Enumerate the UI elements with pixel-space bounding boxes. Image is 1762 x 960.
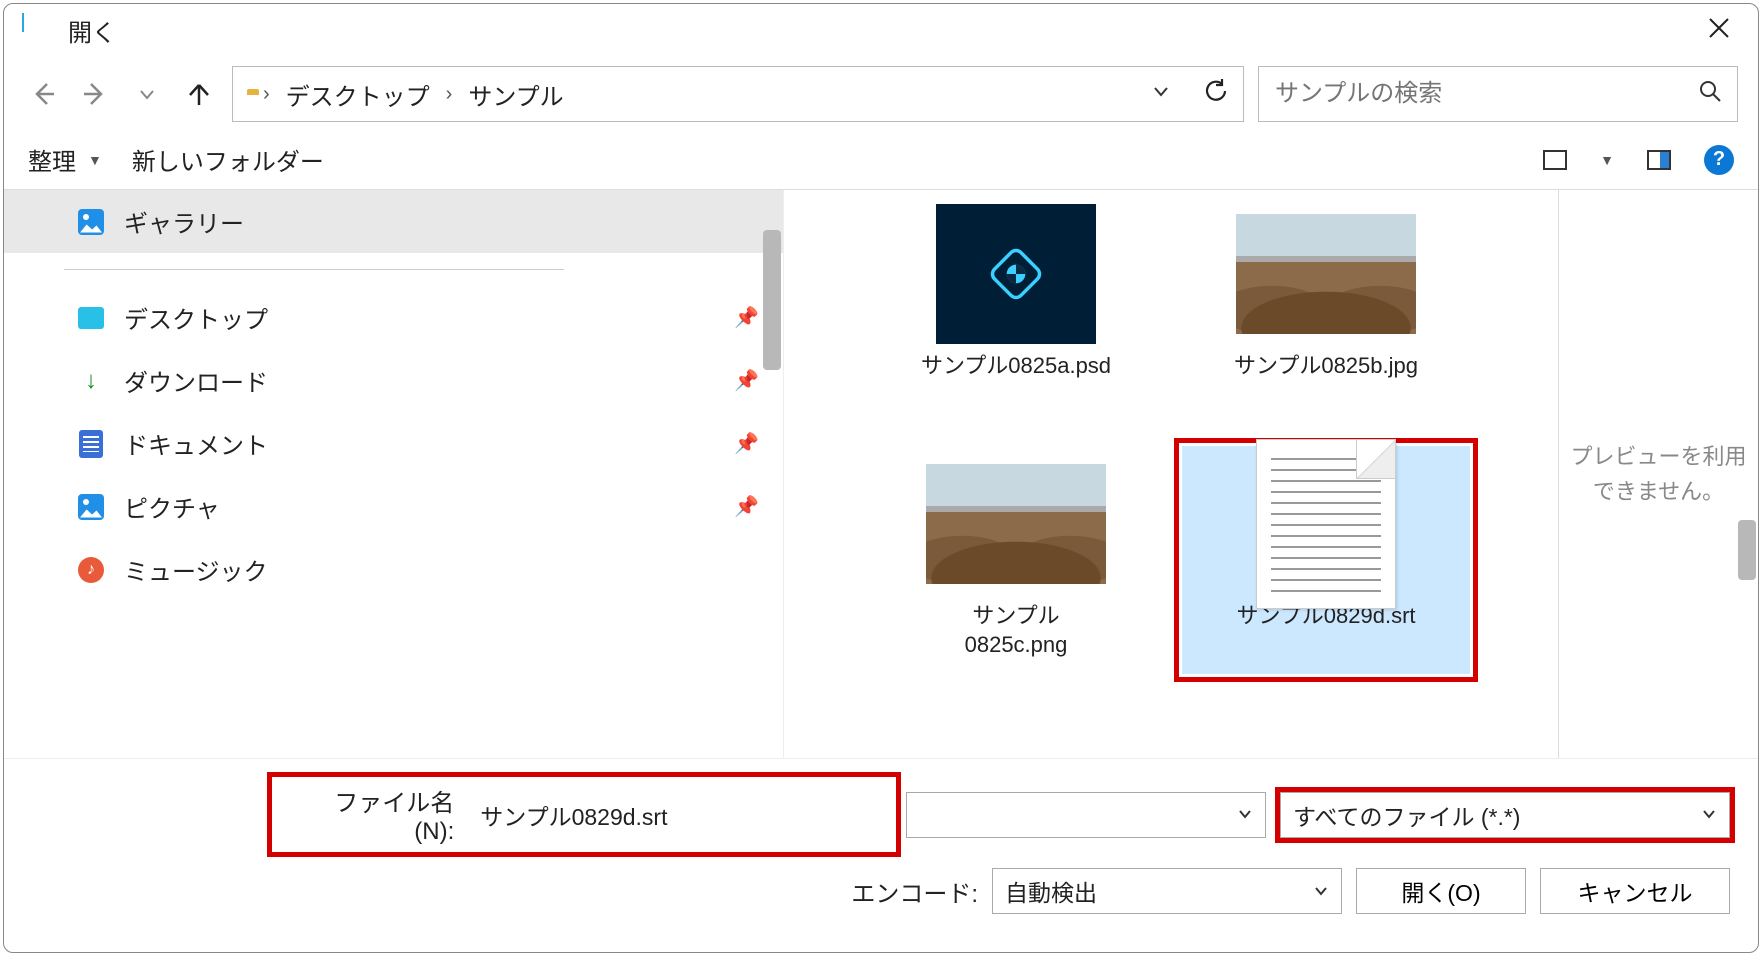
notepad-app-icon — [22, 14, 50, 46]
chevron-right-icon: › — [446, 83, 453, 106]
chevron-down-icon — [1313, 878, 1329, 905]
sidebar-scrollbar[interactable] — [763, 230, 781, 370]
sidebar-item-documents[interactable]: ドキュメント 📌 — [4, 412, 783, 475]
new-folder-button[interactable]: 新しいフォルダー — [132, 142, 324, 177]
document-icon — [76, 429, 106, 459]
desktop-icon — [76, 303, 106, 333]
file-item-psd[interactable]: サンプル0825a.psd — [866, 190, 1166, 430]
pin-icon: 📌 — [734, 305, 759, 330]
open-file-dialog: 開く › デスクトップ › サンプル — [3, 3, 1759, 953]
sidebar-item-label: ダウンロード — [124, 363, 268, 398]
forward-button[interactable] — [76, 75, 114, 113]
close-button[interactable] — [1698, 9, 1740, 51]
navigation-row: › デスクトップ › サンプル — [4, 56, 1758, 136]
file-grid[interactable]: サンプル0825a.psd サンプル0825b.jpg サンプル0825c.pn… — [784, 190, 1558, 758]
search-box[interactable] — [1258, 66, 1738, 122]
image-thumbnail-icon — [1236, 214, 1416, 334]
preview-unavailable-text: プレビューを利用できません。 — [1569, 439, 1748, 509]
pin-icon: 📌 — [734, 494, 759, 519]
search-input[interactable] — [1275, 80, 1699, 108]
sidebar-item-label: ピクチャ — [124, 489, 220, 524]
sidebar-item-label: デスクトップ — [124, 300, 268, 335]
file-type-filter[interactable]: すべてのファイル (*.*) — [1280, 792, 1730, 838]
encoding-value: 自動検出 — [1005, 874, 1097, 908]
sidebar-item-downloads[interactable]: ↓ ダウンロード 📌 — [4, 349, 783, 412]
preview-scrollbar[interactable] — [1738, 520, 1756, 580]
encoding-select[interactable]: 自動検出 — [992, 868, 1342, 914]
dialog-title: 開く — [68, 13, 116, 48]
file-item-jpg[interactable]: サンプル0825b.jpg — [1176, 190, 1476, 430]
sidebar-item-pictures[interactable]: ピクチャ 📌 — [4, 475, 783, 538]
preview-pane: プレビューを利用できません。 — [1558, 190, 1758, 758]
sidebar-item-desktop[interactable]: デスクトップ 📌 — [4, 286, 783, 349]
open-button[interactable]: 開く(O) — [1356, 868, 1526, 914]
view-mode-button[interactable] — [1540, 148, 1570, 172]
filename-label: ファイル名(N): — [296, 783, 454, 846]
filename-input[interactable] — [468, 792, 884, 838]
chevron-down-icon — [1701, 801, 1717, 828]
divider — [64, 269, 564, 270]
sidebar-item-label: ギャラリー — [124, 204, 244, 239]
main-area: ギャラリー デスクトップ 📌 ↓ ダウンロード 📌 ドキュメント 📌 ピクチャ — [4, 189, 1758, 758]
help-button[interactable]: ? — [1704, 145, 1734, 175]
titlebar: 開く — [4, 4, 1758, 56]
breadcrumb-segment[interactable]: サンプル — [468, 77, 563, 112]
psd-icon — [936, 204, 1096, 344]
sidebar-item-music[interactable]: ミュージック — [4, 538, 783, 601]
file-pane: サンプル0825a.psd サンプル0825b.jpg サンプル0825c.pn… — [784, 190, 1758, 758]
gallery-icon — [76, 207, 106, 237]
bottom-controls: ファイル名(N): すべてのファイル (*.*) エンコード: 自動検出 開く(… — [4, 758, 1758, 952]
chevron-down-icon: ▼ — [88, 152, 102, 168]
recent-dropdown[interactable] — [128, 75, 166, 113]
chevron-right-icon: › — [263, 83, 270, 106]
file-item-srt[interactable]: サンプル0829d.srt — [1176, 440, 1476, 680]
file-name: サンプル0825b.jpg — [1234, 352, 1418, 381]
music-icon — [76, 555, 106, 585]
sidebar: ギャラリー デスクトップ 📌 ↓ ダウンロード 📌 ドキュメント 📌 ピクチャ — [4, 190, 784, 758]
file-name: サンプル0825c.png — [965, 602, 1068, 659]
file-name: サンプル0825a.psd — [921, 352, 1111, 381]
pictures-icon — [76, 492, 106, 522]
text-file-icon — [1256, 439, 1396, 609]
organize-menu[interactable]: 整理 — [28, 142, 76, 177]
encoding-label: エンコード: — [851, 874, 978, 909]
file-thumbnail — [926, 454, 1106, 594]
sidebar-item-gallery[interactable]: ギャラリー — [4, 190, 783, 253]
chevron-down-icon — [1237, 801, 1253, 828]
cancel-button[interactable]: キャンセル — [1540, 868, 1730, 914]
address-bar[interactable]: › デスクトップ › サンプル — [232, 66, 1244, 122]
filter-value: すべてのファイル (*.*) — [1293, 798, 1520, 832]
file-thumbnail — [1236, 454, 1416, 594]
back-button[interactable] — [24, 75, 62, 113]
chevron-down-icon[interactable]: ▼ — [1600, 152, 1614, 168]
download-icon: ↓ — [76, 366, 106, 396]
search-icon — [1699, 80, 1721, 108]
address-dropdown[interactable] — [1151, 81, 1171, 107]
toolbar: 整理 ▼ 新しいフォルダー ▼ ? — [4, 136, 1758, 189]
pin-icon: 📌 — [734, 368, 759, 393]
refresh-button[interactable] — [1203, 78, 1229, 111]
file-item-png[interactable]: サンプル0825c.png — [866, 440, 1166, 680]
breadcrumb-segment[interactable]: デスクトップ — [286, 77, 430, 112]
sidebar-item-label: ドキュメント — [124, 426, 268, 461]
image-thumbnail-icon — [926, 464, 1106, 584]
preview-pane-toggle[interactable] — [1644, 148, 1674, 172]
file-thumbnail — [926, 204, 1106, 344]
pin-icon: 📌 — [734, 431, 759, 456]
up-button[interactable] — [180, 75, 218, 113]
filename-combo[interactable] — [906, 792, 1266, 838]
file-thumbnail — [1236, 204, 1416, 344]
sidebar-item-label: ミュージック — [124, 552, 268, 587]
